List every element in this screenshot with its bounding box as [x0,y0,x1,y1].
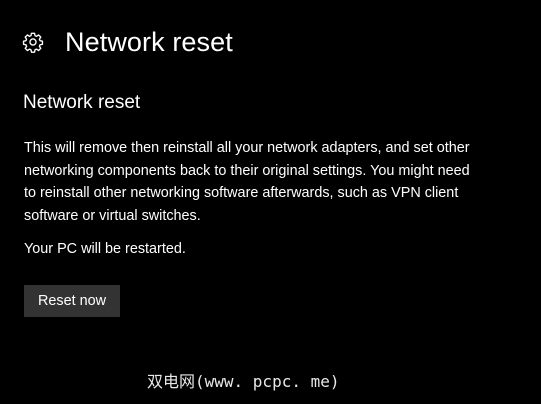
reset-now-button[interactable]: Reset now [24,285,120,317]
gear-icon [22,31,44,53]
section-title: Network reset [23,92,141,113]
settings-header: Network reset [22,22,233,62]
description-text: This will remove then reinstall all your… [24,140,470,224]
page-title: Network reset [65,26,233,57]
watermark-text: 双电网(www. pcpc. me) [147,372,340,391]
restart-note: Your PC will be restarted. [24,241,186,257]
